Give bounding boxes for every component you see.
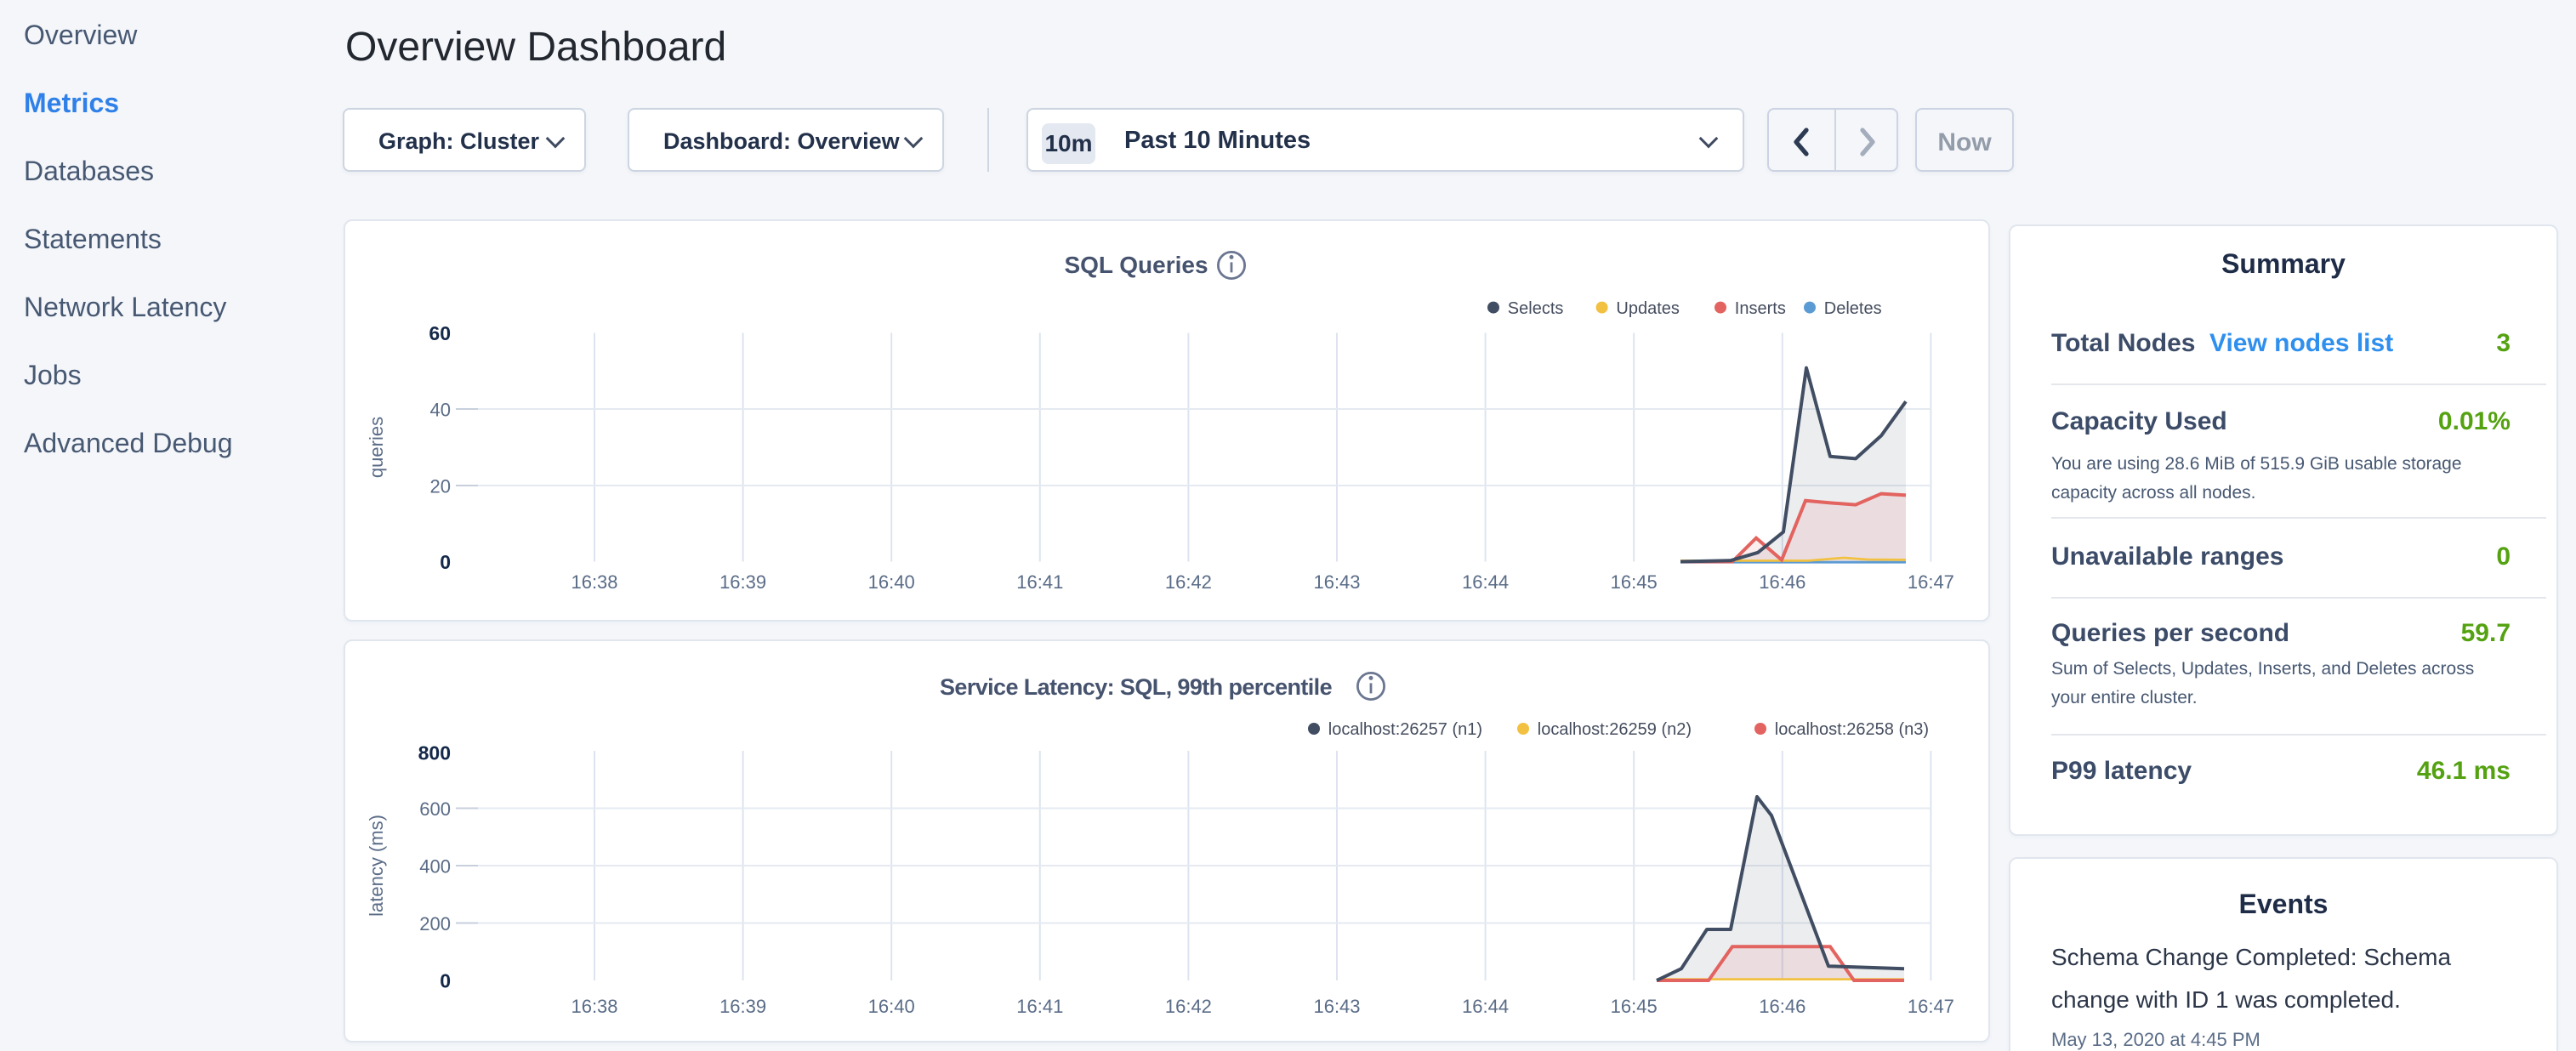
svg-text:40: 40 — [430, 399, 451, 420]
svg-text:200: 200 — [419, 913, 451, 935]
svg-text:16:39: 16:39 — [719, 571, 766, 592]
svg-text:16:38: 16:38 — [571, 996, 617, 1017]
svg-text:SQL Queries: SQL Queries — [1064, 252, 1208, 278]
svg-text:16:46: 16:46 — [1759, 571, 1805, 592]
svg-text:20: 20 — [430, 475, 451, 497]
svg-text:16:42: 16:42 — [1165, 571, 1212, 592]
svg-text:600: 600 — [419, 798, 451, 820]
svg-text:800: 800 — [418, 742, 451, 764]
svg-text:16:47: 16:47 — [1908, 996, 1954, 1017]
svg-text:localhost:26259 (n2): localhost:26259 (n2) — [1538, 720, 1692, 739]
svg-text:16:46: 16:46 — [1759, 996, 1805, 1017]
svg-text:16:42: 16:42 — [1165, 996, 1212, 1017]
svg-text:16:38: 16:38 — [571, 571, 617, 592]
svg-text:16:45: 16:45 — [1611, 571, 1658, 592]
svg-text:latency (ms): latency (ms) — [366, 815, 387, 917]
svg-text:16:41: 16:41 — [1016, 571, 1063, 592]
svg-text:Selects: Selects — [1508, 298, 1564, 317]
svg-text:16:45: 16:45 — [1611, 996, 1658, 1017]
svg-text:16:39: 16:39 — [719, 996, 766, 1017]
svg-text:localhost:26257 (n1): localhost:26257 (n1) — [1328, 720, 1482, 739]
svg-text:Service Latency: SQL, 99th per: Service Latency: SQL, 99th percentile — [940, 674, 1333, 700]
svg-text:60: 60 — [429, 321, 451, 344]
svg-text:Deletes: Deletes — [1824, 298, 1882, 317]
svg-text:16:47: 16:47 — [1908, 571, 1954, 592]
svg-text:16:40: 16:40 — [868, 571, 915, 592]
svg-text:0: 0 — [440, 550, 451, 572]
svg-text:Inserts: Inserts — [1735, 298, 1786, 317]
svg-text:16:40: 16:40 — [868, 996, 915, 1017]
svg-text:16:43: 16:43 — [1313, 571, 1360, 592]
svg-text:400: 400 — [419, 856, 451, 878]
svg-text:16:43: 16:43 — [1313, 996, 1360, 1017]
svg-text:localhost:26258 (n3): localhost:26258 (n3) — [1775, 720, 1929, 739]
svg-text:0: 0 — [440, 970, 451, 992]
svg-text:Updates: Updates — [1616, 298, 1680, 317]
svg-text:16:41: 16:41 — [1016, 996, 1063, 1017]
svg-text:16:44: 16:44 — [1462, 996, 1509, 1017]
svg-text:queries: queries — [366, 416, 387, 477]
svg-text:16:44: 16:44 — [1462, 571, 1509, 592]
